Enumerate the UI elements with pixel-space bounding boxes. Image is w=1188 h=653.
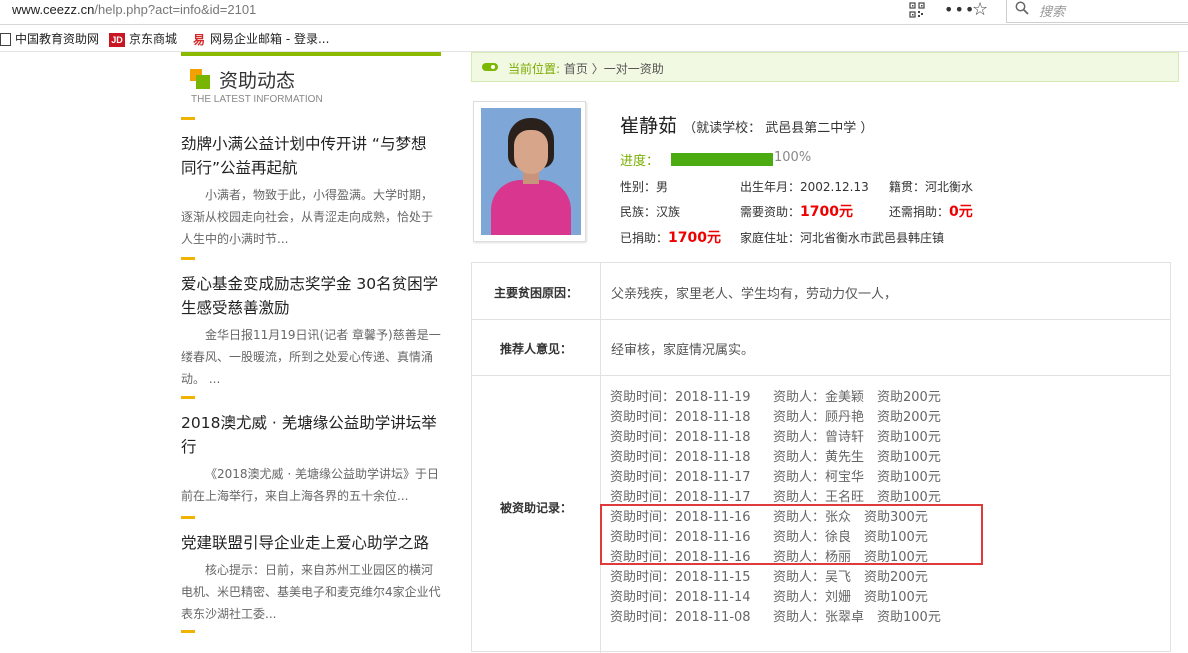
still-need-amount: 还需捐助：0元 [889, 201, 973, 221]
news-headline-link[interactable]: 爱心基金变成励志奖学金 30名贫困学生感受慈善激励 [181, 272, 441, 320]
news-summary: 小满者，物致于此，小得盈满。大学时期，逐渐从校园走向社会，从青涩走向成熟，恰处于… [181, 188, 434, 246]
student-name: 崔静茹 [620, 115, 678, 137]
reason-label: 主要贫困原因： [493, 286, 578, 300]
progress-percent: 100% [774, 150, 812, 165]
search-box[interactable]: 搜索 [1006, 0, 1188, 23]
recommend-label: 推荐人意见： [499, 342, 572, 356]
news-item: 党建联盟引导企业走上爱心助学之路 核心提示：日前，来自苏州工业园区的横河电机、米… [181, 516, 441, 625]
record-donor: 资助人：刘姗 资助100元 [773, 590, 928, 605]
student-ethnicity: 民族：汉族 [620, 205, 681, 219]
progress-bar [671, 153, 773, 166]
search-placeholder: 搜索 [1039, 5, 1066, 20]
records-label: 被资助记录： [499, 501, 572, 515]
bookmarks-bar: 中国教育资助网 JD 京东商城 易网易企业邮箱 - 登录... [0, 25, 1188, 52]
news-headline-link[interactable]: 劲牌小满公益计划中传开讲 “与梦想同行”公益再起航 [181, 132, 441, 180]
record-donor: 资助人：曾诗轩 资助100元 [773, 430, 941, 445]
highlight-annotation-box [600, 504, 983, 565]
news-item: 2018澳尤威 · 羌塘缘公益助学讲坛举行 《2018澳尤威 · 羌塘缘公益助学… [181, 396, 441, 507]
record-time: 资助时间：2018-11-19 [610, 390, 751, 405]
record-donor: 资助人：张翠卓 资助100元 [773, 610, 941, 625]
news-item: 爱心基金变成励志奖学金 30名贫困学生感受慈善激励 金华日报11月19日讯(记者… [181, 257, 441, 390]
still-need-label: 还需捐助： [889, 205, 950, 219]
jd-icon: JD [109, 32, 125, 47]
breadcrumb-text: 当前位置: 首页 〉一对一资助 [508, 60, 664, 77]
browser-address-bar[interactable]: www.ceezz.cn/help.php?act=info&id=2101 •… [0, 0, 1188, 25]
donated-amount: 已捐助：1700元 [620, 227, 721, 247]
progress-fill [671, 153, 773, 166]
record-donor: 资助人：金美颖 资助200元 [773, 390, 941, 405]
star-icon[interactable]: ☆ [972, 0, 988, 20]
record-donor: 资助人：黄先生 资助100元 [773, 450, 941, 465]
news-headline-link[interactable]: 2018澳尤威 · 羌塘缘公益助学讲坛举行 [181, 411, 441, 459]
sidebar-subtitle: THE LATEST INFORMATION [191, 94, 323, 105]
need-label: 需要资助： [740, 205, 801, 219]
record-time: 资助时间：2018-11-18 [610, 430, 751, 445]
record-time: 资助时间：2018-11-17 [610, 470, 751, 485]
page-icon [0, 33, 11, 46]
progress-label: 进度： [620, 154, 660, 169]
news-summary: 核心提示：日前，来自苏州工业园区的横河电机、米巴精密、基美电子和麦克维尔4家企业… [181, 563, 441, 621]
record-time: 资助时间：2018-11-14 [610, 590, 751, 605]
record-donor: 资助人：柯宝华 资助100元 [773, 470, 941, 485]
student-birth: 出生年月：2002.12.13 [740, 180, 869, 194]
student-school: （就读学校： 武邑县第二中学 ） [683, 121, 874, 136]
news-bar [181, 117, 195, 120]
student-address: 家庭住址：河北省衡水市武邑县韩庄镇 [740, 231, 945, 245]
bookmark-label: 中国教育资助网 [15, 32, 100, 46]
bookmark-label: 京东商城 [129, 32, 178, 46]
record-time: 资助时间：2018-11-08 [610, 610, 751, 625]
news-bar [181, 257, 195, 260]
record-time: 资助时间：2018-11-15 [610, 570, 751, 585]
recommend-value: 经审核，家庭情况属实。 [611, 343, 755, 358]
bookmark-education[interactable]: 中国教育资助网 [0, 30, 99, 47]
record-donor: 资助人：王名旺 资助100元 [773, 490, 941, 505]
record-donor: 资助人：顾丹艳 资助200元 [773, 410, 941, 425]
mail-icon: 易 [192, 32, 205, 47]
news-logo-icon [190, 69, 210, 89]
need-value: 1700元 [800, 204, 853, 220]
breadcrumb-path[interactable]: 首页 〉一对一资助 [564, 62, 664, 76]
news-headline-link[interactable]: 党建联盟引导企业走上爱心助学之路 [181, 531, 441, 555]
still-need-value: 0元 [949, 204, 973, 220]
record-time: 资助时间：2018-11-17 [610, 490, 751, 505]
donated-value: 1700元 [668, 230, 721, 246]
record-time: 资助时间：2018-11-18 [610, 450, 751, 465]
student-gender: 性别：男 [620, 180, 669, 194]
url-text[interactable]: www.ceezz.cn/help.php?act=info&id=2101 [12, 2, 256, 17]
need-amount: 需要资助：1700元 [740, 201, 853, 221]
breadcrumb-label: 当前位置: [508, 62, 561, 76]
search-icon [1015, 1, 1029, 15]
sidebar-title: 资助动态 [219, 70, 296, 92]
reason-value: 父亲残疾，家里老人、学生均有，劳动力仅一人， [611, 287, 898, 302]
student-native: 籍贯：河北衡水 [889, 180, 974, 194]
qr-code-icon[interactable] [909, 2, 925, 18]
breadcrumb: 当前位置: 首页 〉一对一资助 [471, 52, 1179, 82]
location-icon [482, 63, 498, 71]
news-summary: 《2018澳尤威 · 羌塘缘公益助学讲坛》于日前在上海举行，来自上海各界的五十余… [181, 467, 439, 503]
student-photo-frame [473, 101, 586, 242]
record-donor: 资助人：吴飞 资助200元 [773, 570, 928, 585]
url-domain: www.ceezz.cn [12, 2, 95, 17]
student-name-line: 崔静茹 （就读学校： 武邑县第二中学 ） [620, 111, 873, 138]
url-path: /help.php?act=info&id=2101 [94, 2, 257, 17]
donated-label: 已捐助： [620, 231, 669, 245]
news-bar [181, 396, 195, 399]
more-actions-icon[interactable]: ••• [944, 0, 975, 19]
bookmark-label: 网易企业邮箱 - 登录... [210, 32, 330, 46]
news-summary: 金华日报11月19日讯(记者 章馨予)慈善是一缕春风、一股暖流，所到之处爱心传递… [181, 328, 441, 386]
bookmark-mail[interactable]: 易网易企业邮箱 - 登录... [192, 30, 329, 47]
bookmark-jd[interactable]: JD 京东商城 [109, 30, 177, 47]
record-time: 资助时间：2018-11-18 [610, 410, 751, 425]
news-bar [181, 630, 195, 633]
sidebar-top-line [181, 52, 441, 56]
student-photo [481, 108, 581, 235]
news-item: 劲牌小满公益计划中传开讲 “与梦想同行”公益再起航 小满者，物致于此，小得盈满。… [181, 117, 441, 250]
news-bar [181, 516, 195, 519]
